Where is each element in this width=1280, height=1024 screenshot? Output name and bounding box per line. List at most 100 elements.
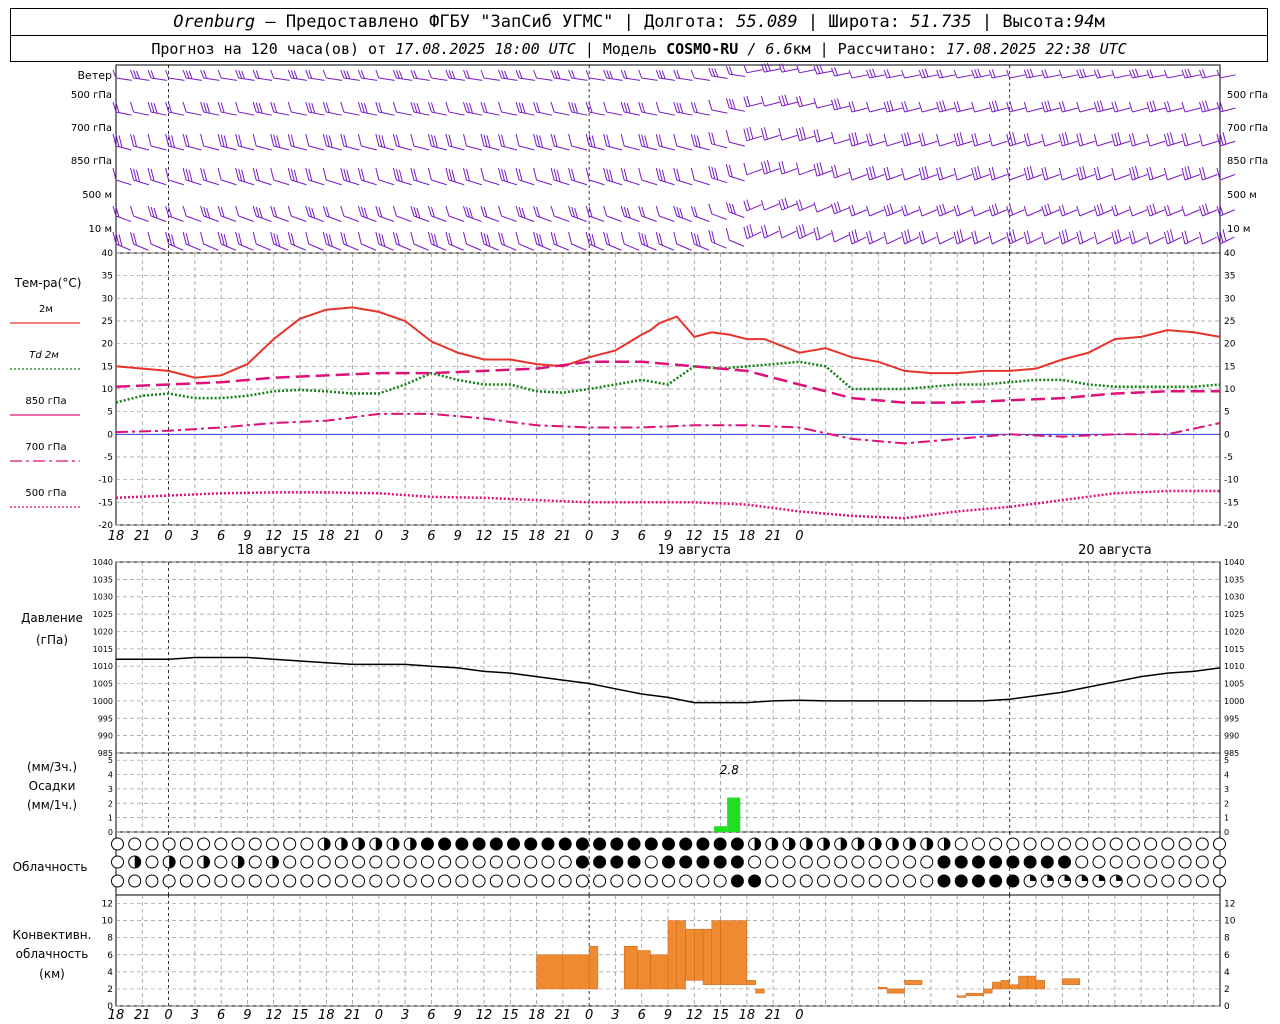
wind-barb-feather <box>994 100 999 111</box>
wind-barb-shaft <box>413 243 429 251</box>
wind-barb-feather <box>848 205 853 217</box>
cloud-cover-circle <box>489 855 503 869</box>
wind-barb-feather <box>609 70 614 80</box>
cloud-cover-circle <box>248 837 262 851</box>
temp-tick-left: 35 <box>102 272 113 282</box>
cloud-cover-full <box>490 838 503 850</box>
wind-barb-feather <box>150 70 155 79</box>
wind-barb-feather <box>1079 166 1084 180</box>
wind-barb-shaft <box>553 243 570 251</box>
wind-barb-shaft <box>273 243 289 251</box>
wind-barb-feather <box>673 231 678 245</box>
conv-bar-14 <box>755 988 765 994</box>
wind-barb-feather <box>974 230 979 243</box>
cloud-cover-partial <box>1098 875 1105 881</box>
wind-barb-feather <box>1023 69 1028 79</box>
wind-barb-shaft <box>641 77 658 81</box>
wind-barb-feather <box>255 70 260 79</box>
wind-barb-shaft <box>255 243 272 251</box>
wind-barb-shaft <box>413 215 430 222</box>
wind-barb-shaft <box>238 179 255 186</box>
cloud-cover-partial <box>944 838 950 850</box>
wind-barb-feather <box>939 204 944 215</box>
wind-barb-feather <box>322 101 327 113</box>
wind-barb-shaft <box>501 111 518 116</box>
wind-barb-feather <box>655 231 660 245</box>
wind-barb-feather <box>693 206 698 218</box>
wind-barb-feather <box>918 101 923 113</box>
wind-barb-shaft <box>115 111 132 116</box>
wind-barb-feather <box>918 205 923 217</box>
conv-x-tick: 9 <box>664 1008 672 1023</box>
wind-barb-feather <box>410 205 415 217</box>
wind-barb-shaft <box>1202 236 1218 245</box>
wind-barb-feather <box>731 204 736 215</box>
wind-barb-shaft <box>851 174 868 181</box>
temp-x-tick: 0 <box>795 529 803 544</box>
wind-barb-feather <box>536 134 541 147</box>
wind-barb-feather <box>395 168 400 182</box>
wind-barb-feather <box>1041 167 1046 181</box>
wind-barb-feather <box>427 69 432 79</box>
wind-barb-feather <box>328 234 333 247</box>
wind-barb-feather <box>869 166 874 180</box>
wind-barb-feather <box>623 168 628 182</box>
wind-barb-feather <box>410 167 415 181</box>
wind-barb-feather <box>1044 101 1049 112</box>
wind-barb-shaft <box>711 75 728 79</box>
wind-barb-feather <box>556 169 561 182</box>
wind-barb-feather <box>413 70 418 79</box>
precip-tick-right: 1 <box>1224 814 1229 823</box>
wind-barb-feather <box>360 206 365 218</box>
temp-legend-label-0: 2м <box>39 304 53 315</box>
wind-barb-feather <box>395 70 400 79</box>
precip-bar-1 <box>727 797 741 832</box>
temp-tick-left: -5 <box>104 453 113 463</box>
wind-barb-feather <box>693 102 698 113</box>
wind-barb-feather <box>603 101 608 113</box>
pressure-tick-left: 1035 <box>93 575 113 584</box>
wind-barb-feather <box>977 165 982 179</box>
wind-barb-feather <box>830 229 835 243</box>
wind-barb-feather <box>203 102 208 113</box>
wind-barb-feather <box>340 101 345 113</box>
wind-barb-shaft <box>518 243 534 251</box>
wind-barb-feather <box>679 207 684 219</box>
wind-barb-feather <box>276 135 281 148</box>
wind-barb-feather <box>571 70 576 79</box>
wind-barb-feather <box>550 231 555 245</box>
wind-barb-shaft <box>448 243 464 251</box>
cloud-cover-circle <box>111 837 124 851</box>
wind-barb-feather <box>568 133 573 147</box>
wind-barb-feather <box>451 169 456 182</box>
wind-barb-feather <box>714 167 719 180</box>
wind-barb-feather <box>1166 204 1171 215</box>
wind-barb-feather <box>1163 205 1168 217</box>
wind-barb-feather <box>568 69 573 79</box>
precip-tick-right: 4 <box>1224 771 1229 780</box>
wind-barb-feather <box>147 231 152 245</box>
precip-tick-left: 1 <box>108 814 113 823</box>
wind-barb-shaft <box>168 179 185 186</box>
chart-layers: 40 4035 3530 3025 2520 2015 1510 105 50 0-5 -5-10-… <box>93 62 1244 1023</box>
cloud-cover-circle <box>386 855 400 869</box>
wind-barb-feather <box>693 233 698 246</box>
pressure-tick-left: 990 <box>98 732 113 741</box>
wind-barb-feather <box>238 134 243 147</box>
wind-barb-feather <box>830 165 835 179</box>
cloud-cover-full <box>731 838 744 850</box>
wind-barb-shaft <box>326 77 343 81</box>
wind-barb-shaft <box>1132 107 1149 113</box>
cloud-cover-circle <box>300 855 314 869</box>
conv-bar-15 <box>878 986 888 990</box>
cloud-cover-full <box>507 838 520 850</box>
wind-barb-shaft <box>431 179 447 186</box>
wind-barb-feather <box>255 102 260 113</box>
cloud-cover-circle <box>575 874 589 888</box>
wind-barb-feather <box>623 70 628 79</box>
wind-barb-feather <box>539 135 544 148</box>
wind-barb-feather <box>851 101 856 112</box>
cloud-cover-full <box>748 875 761 887</box>
cloud-cover-full <box>662 838 675 850</box>
cloud-cover-circle <box>679 874 693 888</box>
